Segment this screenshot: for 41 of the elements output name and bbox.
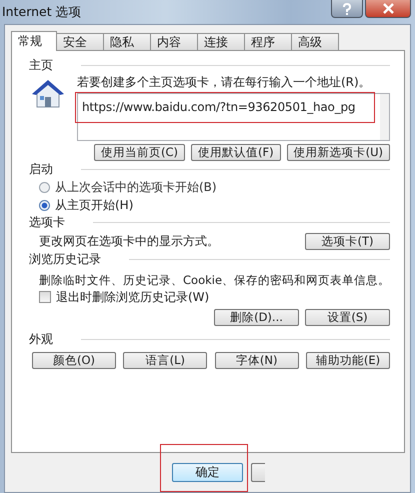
dialog-button[interactable]	[251, 463, 265, 482]
section-heading: 浏览历史记录	[29, 251, 101, 268]
tab[interactable]: 高级	[291, 33, 339, 50]
section-heading: 选项卡	[29, 214, 65, 231]
close-button[interactable]	[365, 0, 411, 18]
close-icon	[382, 3, 394, 14]
tab[interactable]: 内容	[150, 33, 198, 50]
dialog-button[interactable]: 颜色(O)	[32, 352, 116, 369]
dialog-button[interactable]: 使用默认值(F)	[191, 144, 281, 161]
ok-button[interactable]: 确定	[172, 463, 243, 482]
instruction-text: 若要创建多个主页选项卡，请在每行输入一个地址(R)。	[77, 74, 372, 90]
section-heading: 主页	[29, 57, 53, 74]
checkbox-label: 退出时删除浏览历史记录(W)	[56, 288, 210, 306]
scroll-bar	[380, 94, 389, 140]
tab[interactable]: 程序	[244, 33, 292, 50]
radio-button[interactable]	[39, 182, 50, 192]
option-label: 从主页开始(H)	[55, 196, 134, 214]
checkbox[interactable]	[39, 291, 51, 303]
section-heading: 启动	[29, 161, 53, 178]
tab[interactable]: 连接	[197, 33, 245, 50]
dialog-button[interactable]: 设置(S)	[305, 309, 390, 326]
dialog-button[interactable]: 语言(L)	[123, 352, 208, 369]
section-heading: 外观	[29, 331, 53, 348]
dialog-button[interactable]: 使用当前页(C)	[94, 144, 186, 161]
radio-button[interactable]	[39, 200, 50, 210]
dialog-button[interactable]: 字体(N)	[214, 352, 299, 369]
description-text: 删除临时文件、历史记录、Cookie、保存的密码和网页表单信息。	[38, 272, 390, 288]
tab[interactable]: 常规	[11, 31, 57, 51]
url-field[interactable]: https://www.baidu.com/?tn=93620501_hao_pg	[77, 93, 390, 141]
tab[interactable]: 隐私	[103, 33, 151, 50]
option-label: 从上次会话中的选项卡开始(B)	[55, 178, 217, 196]
help-button[interactable]	[331, 0, 363, 18]
dialog-button[interactable]: 使用新选项卡(U)	[286, 144, 390, 161]
description-text: 更改网页在选项卡中的显示方式。	[39, 233, 219, 249]
dialog-button[interactable]: 辅助功能(E)	[306, 352, 390, 369]
dialog-button[interactable]: 选项卡(T)	[305, 232, 390, 250]
window-title: Internet 选项	[2, 4, 83, 20]
dialog-button[interactable]: 删除(D)...	[214, 309, 299, 326]
tab[interactable]: 安全	[56, 33, 104, 50]
help-icon	[342, 2, 352, 14]
house-icon	[31, 78, 65, 110]
